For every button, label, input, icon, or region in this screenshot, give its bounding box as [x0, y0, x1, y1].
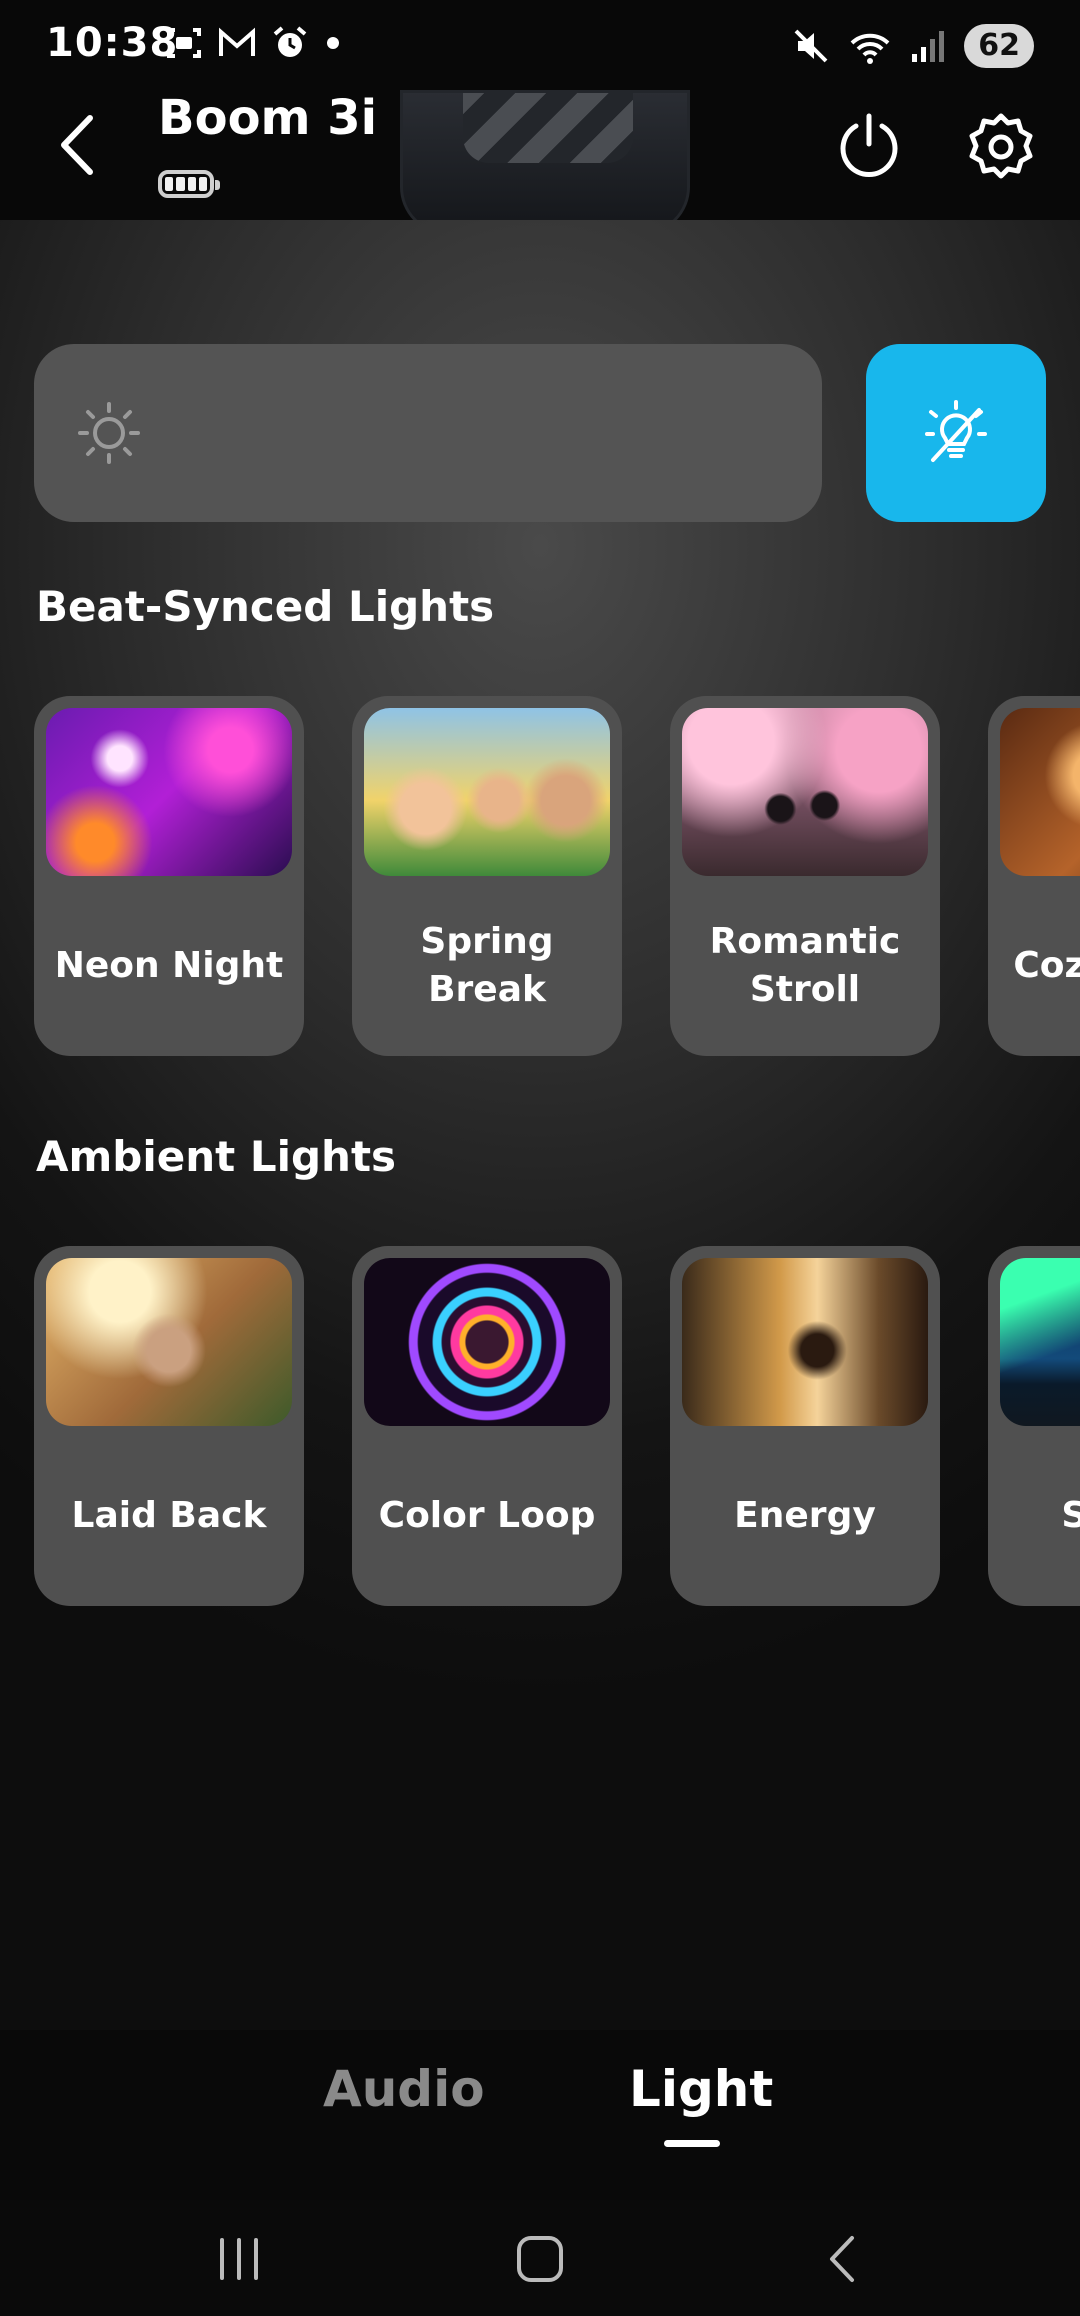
- power-icon: [840, 113, 898, 177]
- recents-button[interactable]: [204, 2224, 274, 2294]
- light-card-spring-break[interactable]: Spring Break: [352, 696, 622, 1056]
- light-off-icon: [925, 400, 987, 462]
- light-card-laid-back[interactable]: Laid Back: [34, 1246, 304, 1606]
- card-label: Spring Break: [420, 921, 554, 1010]
- speaker-image: [400, 90, 690, 235]
- card-image: [682, 1258, 928, 1426]
- card-image: [1000, 708, 1080, 876]
- wifi-icon: [850, 33, 890, 64]
- tab-light[interactable]: Light: [629, 2060, 773, 2118]
- card-label: Cozy Vibes: [1013, 945, 1080, 986]
- card-label: Energy: [734, 1495, 876, 1536]
- light-card-color-loop[interactable]: Color Loop: [352, 1246, 622, 1606]
- nav-back-button[interactable]: [808, 2224, 878, 2294]
- system-nav-bar: [0, 2200, 1080, 2316]
- status-battery: 62: [964, 24, 1034, 68]
- light-card-romantic-stroll[interactable]: Romantic Stroll: [670, 696, 940, 1056]
- ambient-row: Laid Back Color Loop Energy Storm: [34, 1246, 1080, 1606]
- device-battery-indicator: [158, 170, 220, 198]
- speaker-grille: [463, 93, 633, 163]
- back-icon: [61, 115, 93, 175]
- sun-icon: [78, 402, 140, 464]
- notification-dot-icon: [327, 37, 339, 49]
- ambient-title: Ambient Lights: [36, 1132, 397, 1181]
- app-header: Boom 3i: [0, 90, 1080, 235]
- status-icons-left: [165, 24, 343, 62]
- status-icons-right: 62: [792, 24, 1034, 68]
- card-image: [1000, 1258, 1080, 1426]
- power-button[interactable]: [836, 112, 902, 178]
- mute-icon: [794, 29, 828, 63]
- recents-icon: [220, 2238, 258, 2280]
- light-card-storm[interactable]: Storm: [988, 1246, 1080, 1606]
- brightness-slider[interactable]: [34, 344, 822, 522]
- tab-audio[interactable]: Audio: [323, 2060, 485, 2118]
- card-label: Storm: [1061, 1495, 1080, 1536]
- light-card-neon-night[interactable]: Neon Night: [34, 696, 304, 1056]
- beat-synced-title: Beat-Synced Lights: [36, 582, 495, 631]
- card-image: [682, 708, 928, 876]
- status-time: 10:38: [46, 20, 179, 66]
- status-bar: 10:38 62: [0, 0, 1080, 90]
- card-image: [364, 1258, 610, 1426]
- beat-synced-row: Neon Night Spring Break Romantic Stroll …: [34, 696, 1080, 1056]
- signal-icon: [912, 31, 945, 62]
- back-button[interactable]: [50, 110, 106, 180]
- card-image: [46, 1258, 292, 1426]
- screenshot-icon: [167, 28, 201, 58]
- card-image: [364, 708, 610, 876]
- card-label: Color Loop: [378, 1495, 596, 1536]
- card-label: Laid Back: [71, 1495, 267, 1536]
- gmail-icon: [219, 27, 255, 56]
- bottom-tab-bar: Audio Light: [0, 2030, 1080, 2200]
- settings-icon: [969, 113, 1033, 179]
- light-card-energy[interactable]: Energy: [670, 1246, 940, 1606]
- back-icon: [830, 2236, 854, 2282]
- home-button[interactable]: [505, 2224, 575, 2294]
- card-image: [46, 708, 292, 876]
- device-title: Boom 3i: [158, 90, 378, 146]
- active-tab-indicator: [664, 2140, 720, 2147]
- light-card-cozy-vibes[interactable]: Cozy Vibes: [988, 696, 1080, 1056]
- light-screen: Beat-Synced Lights Neon Night Spring Bre…: [0, 220, 1080, 2030]
- settings-button[interactable]: [966, 112, 1036, 182]
- home-icon: [517, 2236, 563, 2282]
- alarm-icon: [273, 26, 307, 57]
- light-toggle-button[interactable]: [866, 344, 1046, 522]
- card-label: Neon Night: [54, 945, 284, 986]
- card-label: Romantic Stroll: [709, 921, 901, 1010]
